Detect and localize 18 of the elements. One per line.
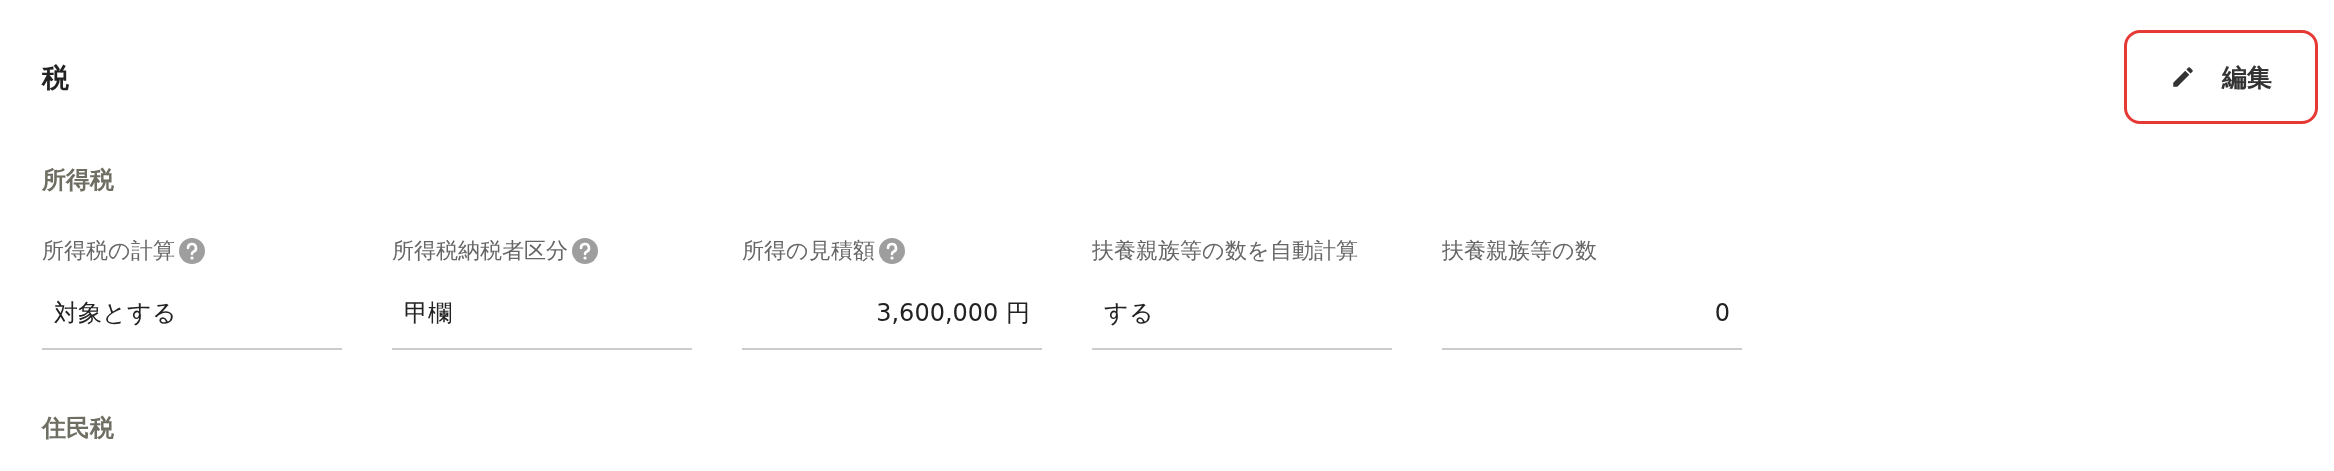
help-icon[interactable]	[572, 238, 598, 264]
section-title: 税	[42, 61, 69, 95]
field-label: 扶養親族等の数	[1442, 237, 1597, 265]
field-value: する	[1092, 268, 1392, 350]
field-label: 所得税納税者区分	[392, 237, 568, 265]
field-label: 所得の見積額	[742, 237, 875, 265]
pencil-icon	[2170, 64, 2196, 90]
subsection-heading: 住民税	[42, 413, 115, 444]
edit-button[interactable]: 編集	[2124, 30, 2318, 124]
help-icon[interactable]	[879, 238, 905, 264]
field-value: 甲欄	[392, 268, 692, 350]
field-label: 所得税の計算	[42, 237, 175, 265]
field-value: 3,600,000 円	[742, 268, 1042, 350]
field-label: 扶養親族等の数を自動計算	[1092, 237, 1358, 265]
field-value: 対象とする	[42, 268, 342, 350]
subsection-heading: 所得税	[42, 165, 115, 196]
field-value: 0	[1442, 268, 1742, 350]
help-icon[interactable]	[179, 238, 205, 264]
